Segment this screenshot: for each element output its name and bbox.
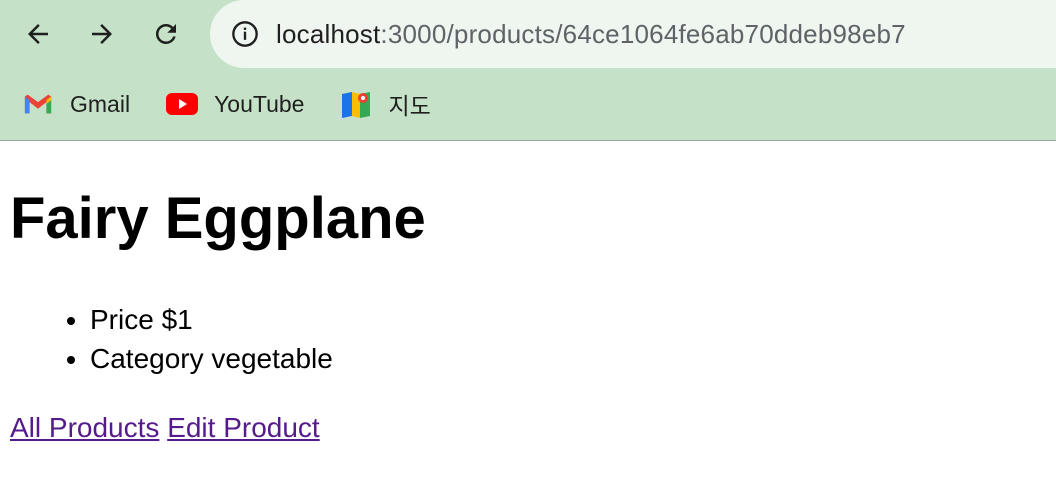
forward-button[interactable] [80,12,124,56]
bookmark-label: YouTube [214,90,305,117]
reload-button[interactable] [144,12,188,56]
url-path: :3000/products/64ce1064fe6ab70ddeb98eb7 [380,18,906,49]
site-info-icon[interactable] [230,19,260,49]
bookmark-maps[interactable]: 지도 [340,87,431,121]
edit-product-link[interactable]: Edit Product [167,412,320,443]
url-text: localhost:3000/products/64ce1064fe6ab70d… [276,19,906,50]
bookmark-label: Gmail [70,90,131,117]
product-links: All Products Edit Product [10,412,320,444]
product-price: Price $1 [90,300,333,339]
youtube-icon [166,88,199,120]
gmail-icon [22,88,54,120]
all-products-link[interactable]: All Products [10,412,159,443]
browser-toolbar: localhost:3000/products/64ce1064fe6ab70d… [0,0,1056,141]
product-category: Category vegetable [90,339,333,378]
back-button[interactable] [16,12,60,56]
bookmark-gmail[interactable]: Gmail [22,88,130,120]
maps-icon [340,88,372,120]
reload-icon [155,23,176,44]
product-title: Fairy Eggplane [10,186,426,251]
address-bar[interactable]: localhost:3000/products/64ce1064fe6ab70d… [210,0,1056,68]
product-details-list: Price $1 Category vegetable [0,300,333,378]
arrow-right-icon [92,24,112,44]
bookmarks-bar: Gmail YouTube 지도 [0,80,445,128]
url-host: localhost [276,18,381,49]
arrow-left-icon [28,24,48,44]
bookmark-label: 지도 [388,93,431,119]
bookmark-youtube[interactable]: YouTube [166,88,304,120]
